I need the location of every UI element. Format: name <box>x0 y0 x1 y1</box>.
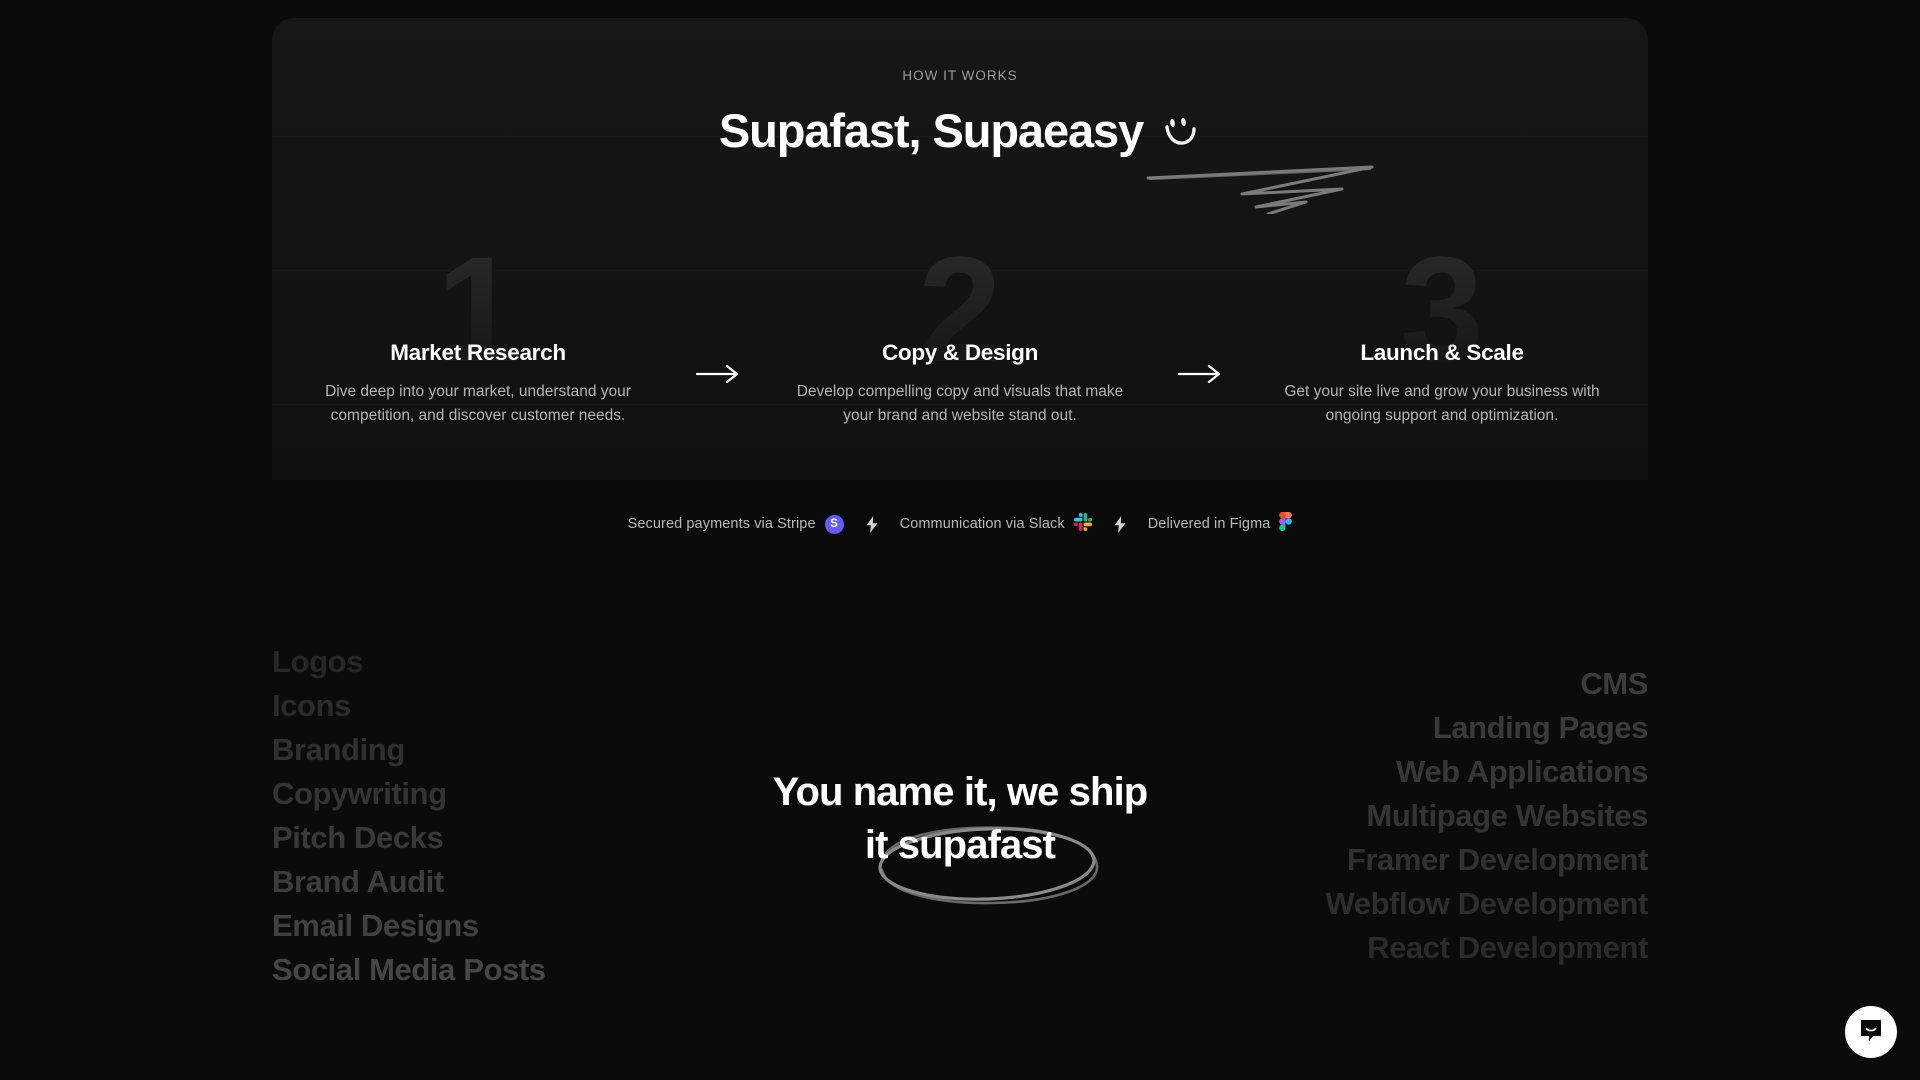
step-card-1: 1 Market Research Dive deep into your ma… <box>285 234 671 429</box>
list-item: Brand Audit <box>272 864 444 899</box>
section-eyebrow: HOW IT WORKS <box>902 68 1018 83</box>
list-item: Branding <box>272 732 405 767</box>
step-title: Market Research <box>390 340 566 365</box>
intercom-chat-button[interactable] <box>1845 1006 1897 1058</box>
figma-icon <box>1279 512 1293 536</box>
scribble-underline-icon <box>1146 158 1446 219</box>
step-description: Dive deep into your market, understand y… <box>325 383 631 425</box>
section-title-wrapper: Supafast, Supaeasy <box>272 104 1648 164</box>
intercom-chat-icon <box>1858 1017 1884 1048</box>
arrow-right-icon <box>1153 274 1249 384</box>
step-title: Launch & Scale <box>1360 340 1524 365</box>
slack-icon <box>1073 512 1092 536</box>
page-root: HOW IT WORKS Supafast, Supaeasy 1 Market… <box>0 0 1920 1080</box>
headline-line-2-prefix: it <box>864 823 898 868</box>
list-item: Web Applications <box>1396 754 1648 789</box>
stripe-icon: S <box>824 514 844 534</box>
services-list-left: Logos Icons Branding Copywriting Pitch D… <box>272 640 546 992</box>
lightning-bolt-icon <box>1114 515 1126 533</box>
list-item: Landing Pages <box>1432 710 1649 745</box>
step-card-3: 3 Launch & Scale Get your site live and … <box>1249 234 1635 429</box>
list-item: Framer Development <box>1346 842 1649 877</box>
badge-label: Delivered in Figma <box>1147 516 1271 532</box>
steps-row: 1 Market Research Dive deep into your ma… <box>272 234 1648 429</box>
page-title: Supafast, Supaeasy <box>719 104 1201 164</box>
services-list-right: CMS Landing Pages Web Applications Multi… <box>1325 662 1648 970</box>
list-item: Copywriting <box>272 776 447 811</box>
how-it-works-card: HOW IT WORKS Supafast, Supaeasy 1 Market… <box>272 18 1648 480</box>
list-item: Icons <box>272 688 351 723</box>
headline-line-1: You name it, we ship <box>772 770 1149 814</box>
trust-badges-row: Secured payments via Stripe S Communicat… <box>0 512 1920 536</box>
step-description: Develop compelling copy and visuals that… <box>796 383 1124 425</box>
list-item: Logos <box>272 644 363 679</box>
badge-label: Secured payments via Stripe <box>627 516 816 532</box>
badge-label: Communication via Slack <box>899 516 1065 532</box>
list-item: Pitch Decks <box>272 820 444 855</box>
list-item: Webflow Development <box>1325 886 1648 921</box>
list-item: Multipage Websites <box>1366 798 1648 833</box>
step-description: Get your site live and grow your busines… <box>1284 383 1600 425</box>
badge-slack: Communication via Slack <box>899 512 1092 536</box>
badge-figma: Delivered in Figma <box>1148 512 1293 536</box>
center-headline: You name it, we ship it supafast <box>650 766 1270 872</box>
step-card-2: 2 Copy & Design Develop compelling copy … <box>767 234 1153 429</box>
step-title: Copy & Design <box>881 340 1039 365</box>
badge-stripe: Secured payments via Stripe S <box>627 514 844 534</box>
lightning-bolt-icon <box>866 515 878 533</box>
list-item: Social Media Posts <box>272 952 546 987</box>
section-title-text: Supafast, Supaeasy <box>718 104 1144 157</box>
hand-drawn-smiley-icon <box>1157 110 1201 164</box>
list-item: CMS <box>1580 666 1648 701</box>
headline-highlight: supafast <box>897 823 1056 868</box>
arrow-right-icon <box>671 274 767 384</box>
list-item: React Development <box>1367 930 1648 965</box>
list-item: Email Designs <box>272 908 479 943</box>
